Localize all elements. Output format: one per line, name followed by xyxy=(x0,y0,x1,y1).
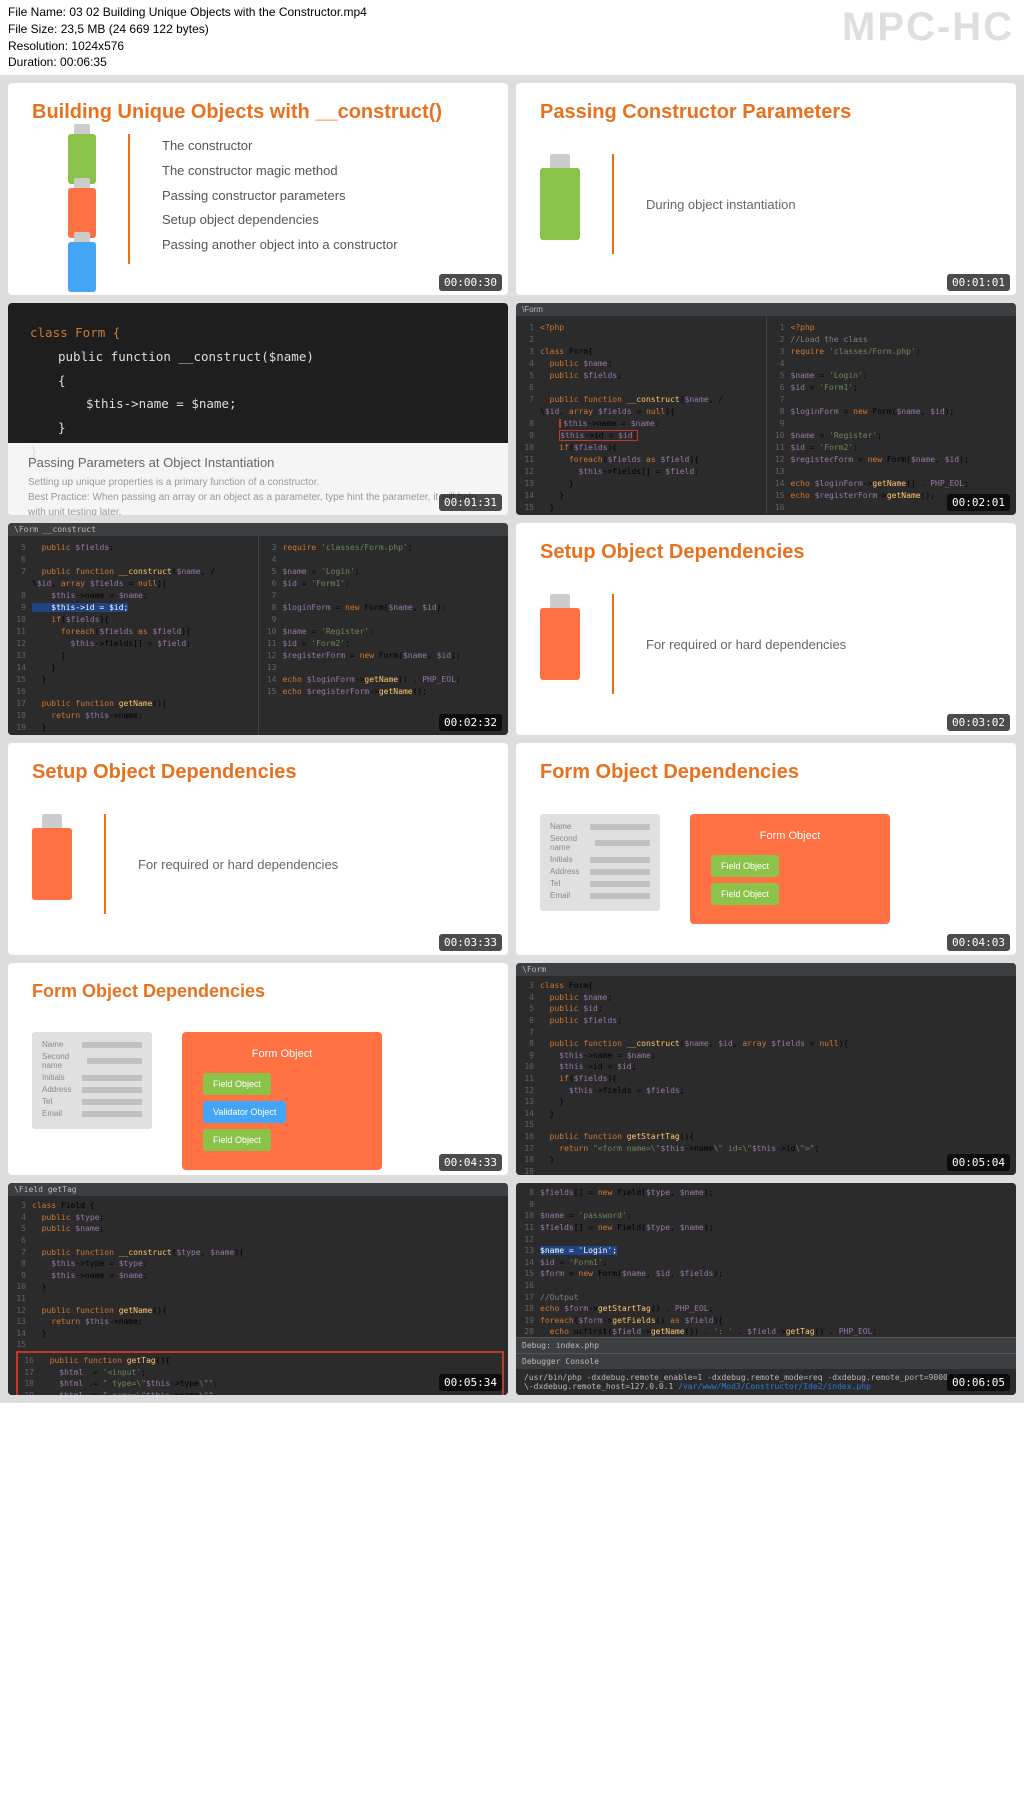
timestamp: 00:03:33 xyxy=(439,934,502,951)
debug-tab: Debug: index.php xyxy=(516,1337,1016,1353)
timestamp: 00:03:02 xyxy=(947,714,1010,731)
code-pane: 3class Form{ 4 public $name; 5 public $i… xyxy=(516,976,1016,1175)
thumbnail[interactable]: 8$fields[] = new Field($type, $name); 9 … xyxy=(516,1183,1016,1395)
code-pane-left: 5 public $fields; 6 7 public function __… xyxy=(8,536,259,735)
timestamp: 00:06:05 xyxy=(947,1374,1010,1391)
object-box: Form Object Field Object Validator Objec… xyxy=(182,1032,382,1170)
thumbnail[interactable]: Setup Object Dependencies For required o… xyxy=(8,743,508,955)
timestamp: 00:02:01 xyxy=(947,494,1010,511)
bullet-list: The constructor The constructor magic me… xyxy=(162,134,398,257)
thumbnail[interactable]: Form Object Dependencies Name Second nam… xyxy=(8,963,508,1175)
timestamp: 00:04:33 xyxy=(439,1154,502,1171)
ide-tab: \Form xyxy=(516,963,1016,976)
field-object-badge: Field Object xyxy=(711,855,779,877)
divider xyxy=(104,814,106,914)
console-output: /usr/bin/php -dxdebug.remote_enable=1 -d… xyxy=(516,1369,1016,1395)
code-pane-right: 1<?php 2//Load the class 3require 'class… xyxy=(767,316,1017,514)
slide-caption: For required or hard dependencies xyxy=(646,637,846,652)
object-box: Form Object Field Object Field Object xyxy=(690,814,890,924)
thumbnail[interactable]: \Form 1<?php 2 3class Form{ 4 public $na… xyxy=(516,303,1016,515)
thumbnail-grid: Building Unique Objects with __construct… xyxy=(0,75,1024,1403)
slide-title: Form Object Dependencies xyxy=(516,743,1016,794)
slide-title: Setup Object Dependencies xyxy=(8,743,508,794)
timestamp: 00:00:30 xyxy=(439,274,502,291)
timestamp: 00:02:32 xyxy=(439,714,502,731)
field-object-badge: Field Object xyxy=(203,1073,271,1095)
usb-icon xyxy=(540,608,580,680)
code-block: class Form { public function __construct… xyxy=(8,303,508,443)
file-info-header: File Name: 03 02 Building Unique Objects… xyxy=(0,0,1024,75)
timestamp: 00:01:31 xyxy=(439,494,502,511)
slide-title: Passing Constructor Parameters xyxy=(516,83,1016,134)
thumbnail[interactable]: Building Unique Objects with __construct… xyxy=(8,83,508,295)
timestamp: 00:05:34 xyxy=(439,1374,502,1391)
code-pane-right: 3require 'classes/Form.php'; 4 5$name = … xyxy=(259,536,509,735)
duration-value: 00:06:35 xyxy=(60,55,107,69)
usb-icon xyxy=(32,134,96,292)
divider xyxy=(128,134,130,264)
ide-tab: \Form xyxy=(516,303,1016,316)
code-pane-left: 1<?php 2 3class Form{ 4 public $name; 5 … xyxy=(516,316,767,514)
field-object-badge: Field Object xyxy=(203,1129,271,1151)
code-pane: 8$fields[] = new Field($type, $name); 9 … xyxy=(516,1183,1016,1337)
form-mockup: Name Second name Initials Address Tel Em… xyxy=(32,1032,152,1129)
app-watermark: MPC-HC xyxy=(842,5,1014,50)
validator-object-badge: Validator Object xyxy=(203,1101,286,1123)
usb-icon xyxy=(540,168,580,240)
thumbnail[interactable]: class Form { public function __construct… xyxy=(8,303,508,515)
description-box: Passing Parameters at Object Instantiati… xyxy=(8,443,508,515)
divider xyxy=(612,594,614,694)
code-pane: 3class Field { 4 public $type; 5 public … xyxy=(8,1196,508,1395)
slide-title: Setup Object Dependencies xyxy=(516,523,1016,574)
timestamp: 00:04:03 xyxy=(947,934,1010,951)
thumbnail[interactable]: \Form 3class Form{ 4 public $name; 5 pub… xyxy=(516,963,1016,1175)
slide-caption: During object instantiation xyxy=(646,197,796,212)
thumbnail[interactable]: Form Object Dependencies Name Second nam… xyxy=(516,743,1016,955)
ide-tab: \Field getTag xyxy=(8,1183,508,1196)
filename-value: 03 02 Building Unique Objects with the C… xyxy=(69,5,367,19)
usb-icon xyxy=(32,828,72,900)
slide-caption: For required or hard dependencies xyxy=(138,857,338,872)
console-tab: Debugger Console xyxy=(516,1353,1016,1369)
slide-title: Form Object Dependencies xyxy=(8,963,508,1012)
field-object-badge: Field Object xyxy=(711,883,779,905)
resolution-value: 1024x576 xyxy=(71,39,124,53)
thumbnail[interactable]: Passing Constructor Parameters During ob… xyxy=(516,83,1016,295)
thumbnail[interactable]: \Form __construct 5 public $fields; 6 7 … xyxy=(8,523,508,735)
ide-tab: \Form __construct xyxy=(8,523,508,536)
thumbnail[interactable]: Setup Object Dependencies For required o… xyxy=(516,523,1016,735)
form-mockup: Name Second name Initials Address Tel Em… xyxy=(540,814,660,911)
timestamp: 00:05:04 xyxy=(947,1154,1010,1171)
divider xyxy=(612,154,614,254)
filesize-value: 23,5 MB (24 669 122 bytes) xyxy=(61,22,209,36)
thumbnail[interactable]: \Field getTag 3class Field { 4 public $t… xyxy=(8,1183,508,1395)
timestamp: 00:01:01 xyxy=(947,274,1010,291)
